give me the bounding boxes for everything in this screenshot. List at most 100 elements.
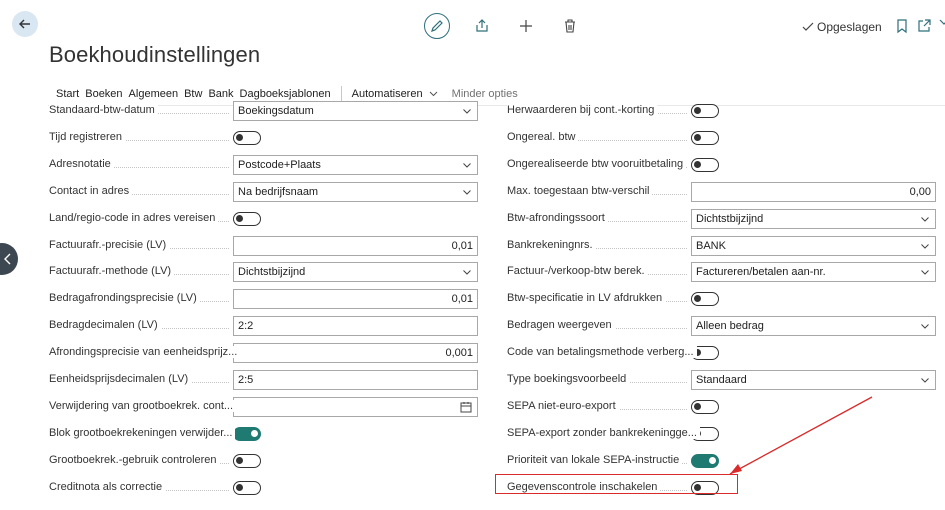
toggle-switch[interactable] xyxy=(233,480,261,495)
field-label: Grootboekrek.-gebruik controleren xyxy=(49,453,220,466)
new-button[interactable] xyxy=(516,16,536,36)
dropdown-field[interactable]: Factureren/betalen aan-nr. xyxy=(691,262,936,283)
form-row: Gegevenscontrole inschakelen xyxy=(507,478,937,498)
toggle-switch[interactable] xyxy=(691,399,719,414)
toggle-switch[interactable] xyxy=(691,453,719,468)
form-row: Bedragdecimalen (LV) 2:2 xyxy=(49,316,479,337)
dropdown-field[interactable]: Dichtstbijzijnd xyxy=(691,208,936,229)
field-label: Gegevenscontrole inschakelen xyxy=(507,480,661,493)
field-label: Btw-specificatie in LV afdrukken xyxy=(507,292,666,305)
action-dagboeksjablonen[interactable]: Dagboeksjablonen xyxy=(240,88,337,100)
field-label: Herwaarderen bij cont.-korting xyxy=(507,104,658,116)
text-field[interactable]: 2:2 xyxy=(233,316,478,337)
chevron-down-icon xyxy=(429,91,438,96)
date-field[interactable] xyxy=(233,396,478,417)
bookmark-button[interactable] xyxy=(892,16,912,36)
text-field[interactable]: 0,00 xyxy=(691,181,936,202)
text-field[interactable]: 0,01 xyxy=(233,289,478,310)
action-algemeen[interactable]: Algemeen xyxy=(129,88,185,100)
field-value: Na bedrijfsnaam xyxy=(238,185,319,198)
text-field[interactable]: 2:5 xyxy=(233,370,478,390)
field-label: Contact in adres xyxy=(49,184,133,197)
action-bank[interactable]: Bank xyxy=(208,88,239,100)
field-label: SEPA-export zonder bankrekeningge... xyxy=(507,426,700,439)
check-icon xyxy=(802,22,814,31)
form-row: Creditnota als correctie xyxy=(49,478,479,498)
delete-button[interactable] xyxy=(560,16,580,36)
collapse-button[interactable] xyxy=(934,16,945,36)
dropdown-field[interactable]: Alleen bedrag xyxy=(691,316,936,337)
toggle-switch[interactable] xyxy=(691,157,719,172)
field-label: Bankrekeningnrs. xyxy=(507,238,596,251)
form-row: Eenheidsprijsdecimalen (LV) 2:5 xyxy=(49,370,479,390)
field-label: Btw-afrondingssoort xyxy=(507,211,608,224)
form-row: SEPA niet-euro-export xyxy=(507,397,937,417)
action-btw[interactable]: Btw xyxy=(184,88,208,100)
field-label: Standaard-btw-datum xyxy=(49,104,158,116)
saved-label: Opgeslagen xyxy=(817,20,882,34)
text-field[interactable]: 0,001 xyxy=(233,343,478,364)
field-value: 2:5 xyxy=(238,374,254,386)
action-boeken[interactable]: Boeken xyxy=(85,88,128,100)
dropdown-field[interactable]: BANK xyxy=(691,235,936,256)
action-automatiseren-label: Automatiseren xyxy=(351,87,423,100)
action-minder-opties[interactable]: Minder opties xyxy=(452,88,524,100)
field-label: Type boekingsvoorbeeld xyxy=(507,373,630,385)
field-label: Adresnotatie xyxy=(49,157,114,170)
edit-button[interactable] xyxy=(424,13,450,39)
form-row: Btw-specificatie in LV afdrukken xyxy=(507,289,937,309)
form-row: Bedragafrondingsprecisie (LV) 0,01 xyxy=(49,289,479,310)
page-title: Boekhoudinstellingen xyxy=(49,42,261,67)
toggle-switch[interactable] xyxy=(233,130,261,145)
field-label: Factuurafr.-precisie (LV) xyxy=(49,238,170,251)
toggle-switch[interactable] xyxy=(233,211,261,226)
field-label: Afrondingsprecisie van eenheidsprijz... xyxy=(49,346,241,359)
field-label: Bedragen weergeven xyxy=(507,319,615,332)
dropdown-field[interactable]: Na bedrijfsnaam xyxy=(233,181,478,202)
field-value: Dichtstbijzijnd xyxy=(696,212,764,225)
form-row: Max. toegestaan btw-verschil 0,00 xyxy=(507,181,937,202)
field-value: Factureren/betalen aan-nr. xyxy=(696,266,826,279)
bookmark-icon xyxy=(897,19,907,34)
field-label: Factuurafr.-methode (LV) xyxy=(49,265,175,278)
toggle-switch[interactable] xyxy=(691,292,719,307)
chevron-down-icon xyxy=(463,189,471,195)
dropdown-field[interactable]: Dichtstbijzijnd xyxy=(233,262,478,283)
dropdown-field[interactable]: Postcode+Plaats xyxy=(233,154,478,175)
field-value: 0,01 xyxy=(451,293,473,306)
form-row: Ongereal. btw xyxy=(507,128,937,148)
toggle-switch[interactable] xyxy=(691,130,719,145)
field-label: Prioriteit van lokale SEPA-instructie xyxy=(507,453,683,466)
calendar-icon xyxy=(460,401,472,413)
field-label: Ongerealiseerde btw vooruitbetaling xyxy=(507,157,687,170)
dropdown-field[interactable]: Boekingsdatum xyxy=(233,101,478,121)
toggle-switch[interactable] xyxy=(233,453,261,468)
toggle-switch[interactable] xyxy=(691,104,719,118)
field-label: Tijd registreren xyxy=(49,130,125,143)
share-button[interactable] xyxy=(472,16,492,36)
pencil-icon xyxy=(431,20,443,32)
action-start[interactable]: Start xyxy=(56,88,85,100)
form-row: Bedragen weergeven Alleen bedrag xyxy=(507,316,937,337)
open-new-window-button[interactable] xyxy=(914,16,934,36)
form-row: Btw-afrondingssoort Dichtstbijzijnd xyxy=(507,208,937,229)
dropdown-field[interactable]: Standaard xyxy=(691,370,936,390)
field-value: 0,00 xyxy=(909,185,931,198)
form-row: Type boekingsvoorbeeld Standaard xyxy=(507,370,937,390)
form-row: Ongerealiseerde btw vooruitbetaling xyxy=(507,155,937,175)
toggle-switch[interactable] xyxy=(691,480,719,495)
share-icon xyxy=(476,19,488,32)
back-button[interactable] xyxy=(12,11,38,37)
form-row: Verwijdering van grootboekrek. cont... xyxy=(49,396,479,417)
side-panel-toggle[interactable] xyxy=(0,243,18,275)
chevron-left-icon xyxy=(4,253,11,265)
chevron-down-icon xyxy=(921,243,929,249)
form-row: Land/regio-code in adres vereisen xyxy=(49,209,479,229)
toggle-switch[interactable] xyxy=(233,426,261,441)
text-field[interactable]: 0,01 xyxy=(233,235,478,256)
field-label: Verwijdering van grootboekrek. cont... xyxy=(49,399,237,412)
chevron-down-icon xyxy=(463,162,471,168)
collapse-icon xyxy=(939,19,945,25)
action-automatiseren[interactable]: Automatiseren xyxy=(352,88,444,100)
chevron-down-icon xyxy=(463,109,471,114)
